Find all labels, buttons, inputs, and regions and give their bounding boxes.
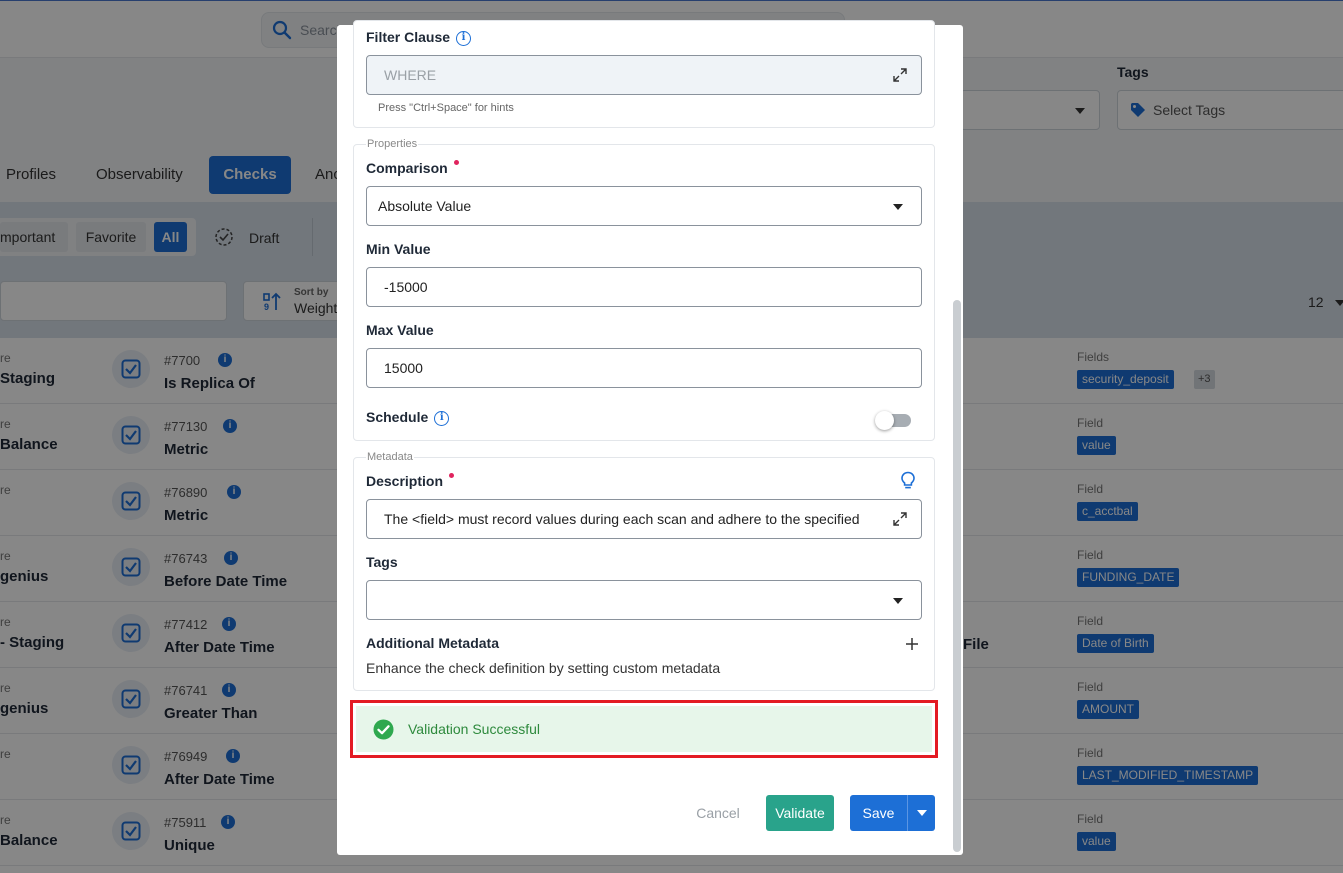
- min-value: -15000: [384, 279, 428, 295]
- comparison-label: Comparison: [366, 160, 459, 176]
- validation-success-body: Validation Successful: [356, 706, 932, 752]
- chevron-down-icon: [893, 598, 903, 604]
- max-value-label: Max Value: [366, 322, 434, 338]
- comparison-select[interactable]: Absolute Value: [366, 186, 922, 226]
- comparison-value: Absolute Value: [378, 198, 472, 214]
- check-circle-icon: [373, 719, 394, 745]
- chevron-down-icon: [917, 810, 927, 816]
- schedule-label-text: Schedule: [366, 409, 429, 425]
- description-value: The <field> must record values during ea…: [384, 511, 860, 527]
- save-button[interactable]: Save: [850, 795, 907, 831]
- comparison-label-text: Comparison: [366, 160, 448, 176]
- tags-label: Tags: [366, 554, 398, 570]
- expand-icon[interactable]: [893, 68, 907, 87]
- expand-icon[interactable]: [893, 512, 907, 531]
- toggle-knob: [875, 411, 894, 430]
- validate-button[interactable]: Validate: [766, 795, 834, 831]
- plus-icon: [906, 638, 918, 650]
- validation-success-banner: Validation Successful: [350, 700, 938, 758]
- filter-clause-label: Filter Clause i: [366, 29, 472, 46]
- description-label-text: Description: [366, 473, 444, 489]
- info-icon[interactable]: i: [456, 30, 472, 46]
- lightbulb-icon[interactable]: [900, 471, 916, 495]
- info-icon[interactable]: i: [434, 410, 450, 426]
- min-value-label: Min Value: [366, 241, 431, 257]
- metadata-legend: Metadata: [366, 451, 414, 463]
- schedule-toggle[interactable]: [875, 411, 911, 430]
- additional-metadata-label: Additional Metadata: [366, 635, 500, 651]
- add-metadata-button[interactable]: [906, 637, 918, 655]
- description-input[interactable]: The <field> must record values during ea…: [366, 499, 922, 539]
- schedule-label: Schedule i: [366, 409, 450, 426]
- filter-clause-input[interactable]: WHERE: [366, 55, 922, 95]
- filter-hint: Press "Ctrl+Space" for hints: [378, 102, 514, 114]
- required-indicator: [449, 473, 455, 478]
- max-value-input[interactable]: 15000: [366, 348, 922, 388]
- save-options-button[interactable]: [907, 795, 935, 831]
- chevron-down-icon: [893, 204, 903, 210]
- dialog-scrollbar[interactable]: [953, 300, 961, 852]
- filter-clause-label-text: Filter Clause: [366, 29, 451, 45]
- min-value-input[interactable]: -15000: [366, 267, 922, 307]
- cancel-button[interactable]: Cancel: [684, 795, 752, 831]
- description-label: Description: [366, 473, 455, 489]
- metadata-section: Metadata: [353, 451, 935, 691]
- validation-message: Validation Successful: [408, 721, 541, 737]
- tags-select[interactable]: [366, 580, 922, 620]
- properties-legend: Properties: [366, 138, 419, 150]
- additional-metadata-hint: Enhance the check definition by setting …: [366, 660, 721, 676]
- max-value: 15000: [384, 360, 423, 376]
- filter-clause-placeholder: WHERE: [384, 67, 437, 83]
- required-indicator: [453, 160, 459, 165]
